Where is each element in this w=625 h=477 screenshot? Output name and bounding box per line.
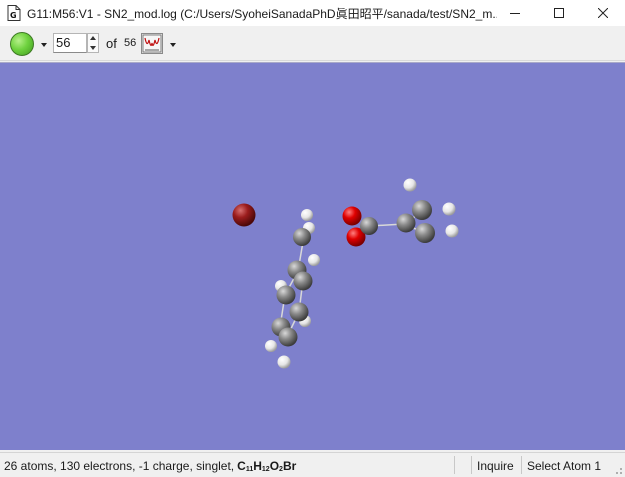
minimize-button[interactable] (493, 0, 537, 26)
mode-label: Inquire (477, 459, 514, 473)
status-divider (454, 456, 455, 474)
app-document-icon[interactable]: G (7, 5, 21, 21)
frame-number-input[interactable]: 56 (53, 33, 87, 53)
maximize-button[interactable] (537, 0, 581, 26)
status-divider (471, 456, 472, 474)
spin-up-icon[interactable] (90, 36, 96, 40)
minimize-icon (510, 13, 520, 14)
propionate-group[interactable] (342, 178, 459, 247)
ball-dropdown-chevron-down-icon[interactable] (41, 43, 47, 47)
action-label: Select Atom 1 (527, 459, 602, 473)
plot-button[interactable] (141, 33, 163, 54)
formula-element: H (253, 459, 262, 473)
status-divider (521, 456, 522, 474)
formula-element: O (269, 459, 280, 473)
window-controls (493, 0, 625, 26)
formula-element: C (237, 459, 246, 473)
title-bar: G G11:M56:V1 - SN2_mod.log (C:/Users/Syo… (0, 0, 625, 26)
bromine-atom[interactable] (232, 203, 256, 227)
plot-dropdown-chevron-down-icon[interactable] (170, 43, 176, 47)
molecule-render[interactable] (0, 63, 625, 450)
status-bar: 26 atoms, 130 electrons, -1 charge, sing… (0, 452, 625, 477)
formula-element: Br (282, 459, 297, 473)
plot-graph-icon (142, 34, 162, 53)
animation-ball-icon[interactable] (10, 32, 34, 56)
total-frames-label: 56 (124, 37, 137, 49)
of-label: of (106, 36, 117, 51)
resize-grip-icon[interactable] (613, 465, 623, 475)
molecule-viewport[interactable] (0, 62, 625, 450)
close-icon (598, 8, 608, 18)
close-button[interactable] (581, 0, 625, 26)
frame-spinner[interactable] (87, 33, 99, 53)
svg-text:G: G (10, 11, 17, 20)
summary-text: 26 atoms, 130 electrons, -1 charge, sing… (4, 459, 235, 473)
window-title: G11:M56:V1 - SN2_mod.log (C:/Users/Syohe… (27, 6, 497, 21)
formula-count: 12 (261, 466, 270, 473)
molecule-summary: 26 atoms, 130 electrons, -1 charge, sing… (4, 459, 296, 473)
molecular-formula: C11H12O2Br (237, 459, 296, 473)
spin-down-icon[interactable] (90, 46, 96, 50)
animation-toolbar: 56 of 56 (0, 27, 625, 61)
phenyl-ring[interactable] (265, 209, 320, 369)
maximize-icon (554, 8, 564, 18)
